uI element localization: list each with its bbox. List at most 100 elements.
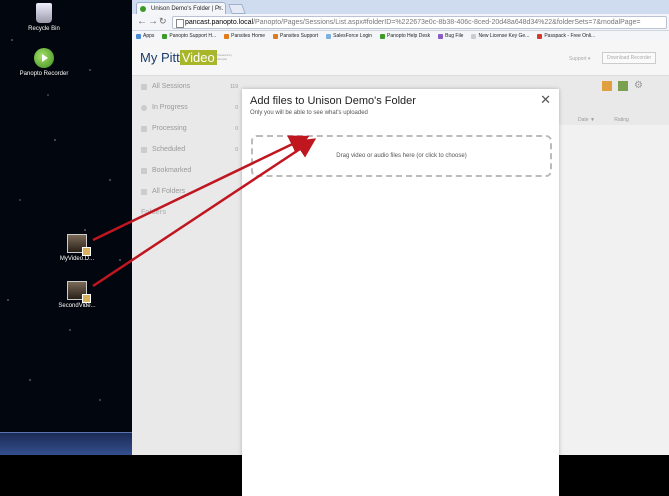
reload-icon[interactable]: ↻ — [159, 16, 167, 27]
calendar-icon — [141, 146, 147, 153]
browser-tab[interactable]: Unison Demo's Folder | P... × — [136, 2, 226, 14]
bookmark-item[interactable]: Bug File — [438, 33, 463, 39]
bug-icon — [438, 33, 444, 39]
sidebar-item-scheduled[interactable]: Scheduled 0 — [132, 139, 242, 160]
sidebar-item-label: Processing — [152, 125, 187, 132]
panopto-icon — [162, 33, 168, 39]
browser-toolbar: ← → ↻ pancast.panopto.local/Panopto/Page… — [132, 14, 669, 31]
browser-window: Unison Demo's Folder | P... × ← → ↻ panc… — [132, 0, 669, 496]
desktop-icon-panopto-recorder[interactable]: Panopto Recorder — [14, 48, 74, 78]
sidebar-item-count: 119 — [230, 83, 238, 90]
bookmark-label: Passpack - Free Onli... — [544, 33, 596, 39]
sidebar-item-count: 0 — [235, 104, 238, 111]
sidebar-item-label: All Folders — [152, 188, 186, 195]
processing-icon — [141, 125, 147, 132]
desktop-icon-video-file-1[interactable]: MyVideo.D... — [47, 234, 107, 263]
desktop-icon-video-file-2[interactable]: SecondVide... — [47, 281, 107, 310]
gear-icon[interactable]: ⚙ — [634, 81, 644, 91]
tab-close-icon[interactable]: × — [218, 3, 222, 14]
bookmark-item[interactable]: Pansites Support — [273, 33, 318, 39]
logo-text: My Pitt — [140, 50, 180, 65]
bookmark-item[interactable]: Passpack - Free Onli... — [537, 33, 595, 39]
bookmark-apps[interactable]: Apps — [136, 33, 154, 39]
chevron-down-icon: ▾ — [587, 56, 591, 62]
bookmark-label: Panopto Help Desk — [387, 33, 431, 39]
desktop-icon-recycle-bin[interactable]: Recycle Bin — [14, 3, 74, 33]
bookmark-item[interactable]: SalesForce Login — [326, 33, 372, 39]
sidebar-item-all-sessions[interactable]: All Sessions 119 — [132, 76, 242, 97]
download-recorder-button[interactable]: Download Recorder — [602, 52, 657, 64]
folder-icon — [141, 188, 147, 195]
sidebar-item-label: Scheduled — [152, 146, 186, 153]
modal-subtitle: Only you will be able to see what's uplo… — [250, 110, 368, 116]
column-date[interactable]: Date ▼ — [578, 117, 595, 123]
list-icon — [141, 83, 147, 90]
sidebar-item-count: 0 — [235, 146, 238, 153]
bookmark-icon — [224, 33, 230, 39]
url-host: pancast.panopto.local — [185, 19, 254, 26]
sidebar-item-label: In Progress — [152, 104, 188, 111]
back-arrow-icon[interactable]: ← — [137, 16, 147, 27]
sidebar-item-label: All Sessions — [152, 83, 191, 90]
file-dropzone[interactable]: Drag video or audio files here (or click… — [251, 135, 552, 177]
modal-title: Add files to Unison Demo's Folder — [250, 95, 416, 107]
bookmark-label: New License Key Ge... — [478, 33, 530, 39]
sidebar-item-label: Bookmarked — [152, 167, 192, 174]
bookmark-item[interactable]: Panopto Help Desk — [380, 33, 430, 39]
url-path: /Panopto/Pages/Sessions/List.aspx#folder… — [253, 19, 641, 26]
bookmark-label: Pansites Home — [231, 33, 266, 39]
list-column-headers: Date ▼ Rating — [578, 117, 647, 123]
bookmark-label: Apps — [143, 33, 155, 39]
sidebar: All Sessions 119 In Progress 0 Processing 0… — [132, 76, 242, 223]
app-header: My Pitt Video Powered by Panopto Support … — [132, 41, 669, 76]
panopto-favicon-icon — [140, 6, 146, 12]
address-bar[interactable]: pancast.panopto.local/Panopto/Pages/Sess… — [172, 16, 667, 29]
bookmark-label: Bug File — [445, 33, 464, 39]
column-rating[interactable]: Rating — [614, 117, 628, 123]
desktop-icon-label: SecondVide... — [58, 303, 96, 309]
page-icon — [471, 33, 477, 39]
passpack-icon — [537, 33, 543, 39]
desktop-icon-label: Panopto Recorder — [19, 71, 69, 77]
video-file-icon — [67, 281, 91, 303]
bookmark-icon — [141, 167, 147, 174]
sidebar-item-bookmarked[interactable]: Bookmarked — [132, 160, 242, 181]
desktop: Recycle Bin Panopto Recorder MyVideo.D..… — [0, 0, 132, 455]
page-icon — [176, 19, 184, 28]
bookmark-label: Panopto Support H... — [169, 33, 217, 39]
bookmark-icon — [273, 33, 279, 39]
record-icon — [141, 104, 147, 111]
tab-title: Unison Demo's Folder | P... — [151, 6, 224, 12]
forward-arrow-icon[interactable]: → — [148, 16, 158, 27]
folders-label: Folders — [141, 209, 167, 216]
stats-icon[interactable] — [618, 81, 628, 91]
bookmark-item[interactable]: Pansites Home — [224, 33, 265, 39]
bookmark-item[interactable]: Panopto Support H... — [162, 33, 216, 39]
support-menu[interactable]: Support ▾ — [569, 56, 590, 62]
sidebar-item-in-progress[interactable]: In Progress 0 — [132, 97, 242, 118]
my-pitt-video-logo[interactable]: My Pitt Video — [140, 50, 217, 65]
panopto-app: My Pitt Video Powered by Panopto Support … — [132, 41, 669, 496]
tab-strip: Unison Demo's Folder | P... × — [132, 0, 669, 14]
sidebar-folders-heading: Folders — [132, 202, 242, 223]
sidebar-item-processing[interactable]: Processing 0 — [132, 118, 242, 139]
powered-by-label: Powered by Panopto — [216, 53, 232, 61]
close-icon[interactable]: ✕ — [540, 92, 551, 108]
add-files-modal: Add files to Unison Demo's Folder Only y… — [242, 89, 559, 496]
recycle-bin-icon — [36, 3, 52, 23]
bookmark-item[interactable]: New License Key Ge... — [471, 33, 529, 39]
desktop-icon-label: MyVideo.D... — [59, 256, 95, 262]
sidebar-item-count: 0 — [235, 125, 238, 132]
video-file-icon — [67, 234, 91, 256]
logo-video-text: Video — [179, 50, 217, 65]
sidebar-item-all-folders[interactable]: All Folders — [132, 181, 242, 202]
support-label: Support — [569, 56, 587, 62]
bookmark-label: Pansites Support — [280, 33, 319, 39]
share-icon[interactable] — [602, 81, 612, 91]
view-tools: ⚙ — [602, 81, 644, 91]
salesforce-icon — [326, 33, 332, 39]
desktop-wallpaper-ground — [0, 432, 132, 455]
bookmark-label: SalesForce Login — [333, 33, 373, 39]
new-tab-button[interactable] — [228, 4, 246, 14]
panopto-recorder-icon — [34, 48, 54, 68]
